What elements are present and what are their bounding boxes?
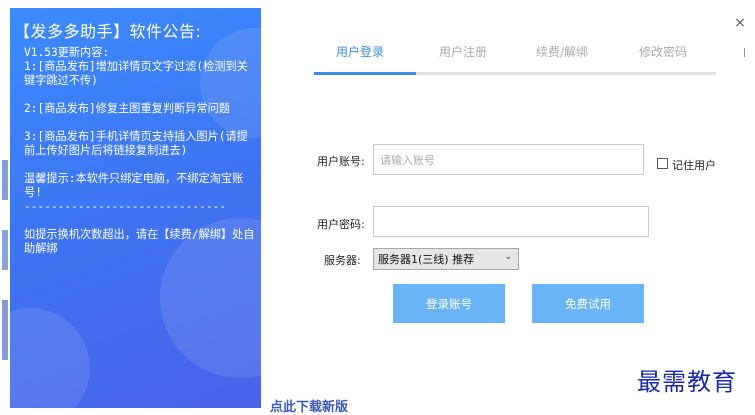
left-edge-strip	[0, 0, 10, 408]
active-tab-indicator	[314, 72, 416, 75]
side-marker-icon: |	[743, 48, 747, 58]
chevron-down-icon: ⌄	[504, 252, 512, 262]
announcement-panel: 【发多多助手】软件公告: V1.53更新内容: 1:[商品发布]增加详情页文字过…	[10, 8, 261, 408]
password-label: 用户密码:	[317, 218, 365, 231]
remember-user-checkbox[interactable]	[657, 158, 668, 169]
tab-change-password[interactable]: 修改密码	[639, 43, 687, 60]
free-trial-button[interactable]: 免费试用	[532, 284, 644, 323]
server-label: 服务器:	[324, 254, 361, 267]
account-placeholder: 请输入账号	[380, 153, 435, 167]
account-label: 用户账号:	[317, 155, 365, 168]
login-button[interactable]: 登录账号	[393, 284, 505, 323]
server-selected-value: 服务器1(三线) 推荐	[378, 253, 475, 266]
watermark-text: 最需教育	[637, 368, 737, 396]
edge-marks	[2, 160, 8, 360]
announcement-title: 【发多多助手】软件公告:	[14, 22, 202, 41]
remember-user-label: 记住用户	[672, 159, 716, 172]
tab-user-register[interactable]: 用户注册	[439, 43, 487, 60]
close-button[interactable]: ×	[733, 16, 747, 30]
tab-renew-unbind[interactable]: 续费/解绑	[536, 43, 588, 60]
password-input[interactable]	[373, 206, 649, 237]
tab-user-login[interactable]: 用户登录	[336, 43, 384, 60]
decor-circle	[10, 308, 90, 408]
account-input[interactable]: 请输入账号	[373, 144, 644, 175]
tab-bar: 用户登录 用户注册 续费/解绑 修改密码	[314, 41, 716, 75]
login-panel: × | 用户登录 用户注册 续费/解绑 修改密码 用户账号: 请输入账号 记住用…	[261, 8, 755, 408]
announcement-body: V1.53更新内容: 1:[商品发布]增加详情页文字过滤(检测到关键字跳过不传)…	[24, 46, 255, 255]
server-select[interactable]: 服务器1(三线) 推荐 ⌄	[373, 248, 519, 270]
download-new-version-link[interactable]: 点此下载新版	[270, 396, 348, 415]
